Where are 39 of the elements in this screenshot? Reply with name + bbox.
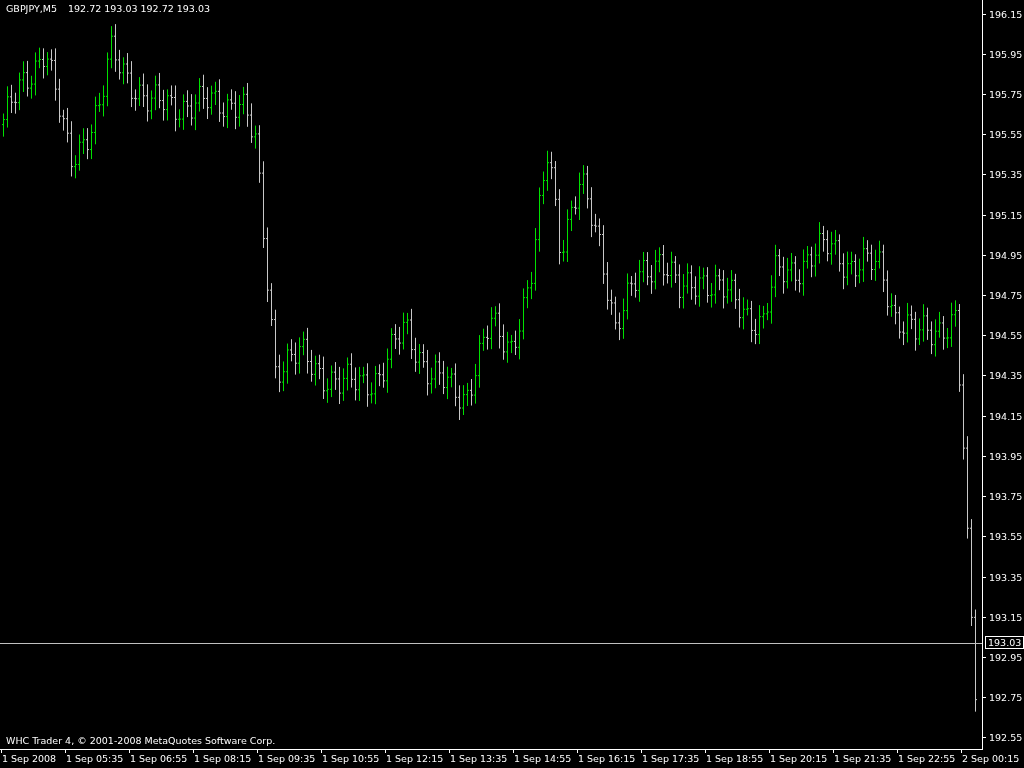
time-label: 1 Sep 13:35	[450, 753, 508, 764]
time-label: 1 Sep 08:15	[194, 753, 252, 764]
price-label: 193.75	[989, 491, 1023, 503]
price-label: 195.15	[989, 209, 1023, 221]
time-label: 1 Sep 18:55	[706, 753, 764, 764]
price-label: 195.55	[989, 129, 1023, 141]
time-label: 1 Sep 21:35	[834, 753, 892, 764]
price-label: 193.35	[989, 571, 1023, 583]
time-label: 1 Sep 22:55	[898, 753, 956, 764]
price-label: 194.95	[989, 249, 1023, 261]
price-label: 194.75	[989, 290, 1023, 302]
copyright-text: WHC Trader 4, © 2001-2008 MetaQuotes Software Corp.	[6, 735, 276, 746]
symbol-label: GBPJPY,M5	[6, 3, 57, 14]
time-label: 1 Sep 06:55	[130, 753, 188, 764]
price-label: 193.55	[989, 531, 1023, 543]
price-label: 194.15	[989, 410, 1023, 422]
time-label: 1 Sep 12:15	[386, 753, 444, 764]
price-label: 192.55	[989, 732, 1023, 744]
price-label: 195.35	[989, 169, 1023, 181]
current-price-label: 193.03	[985, 636, 1024, 649]
time-label: 2 Sep 00:15	[962, 753, 1020, 764]
price-label: 192.95	[989, 652, 1023, 663]
price-label: 194.35	[989, 370, 1023, 382]
price-label: 193.95	[989, 450, 1023, 462]
time-label: 1 Sep 20:15	[770, 753, 828, 764]
price-label: 193.15	[989, 611, 1023, 623]
time-label: 1 Sep 17:35	[642, 753, 700, 764]
time-label: 1 Sep 09:35	[258, 753, 316, 764]
time-label: 1 Sep 10:55	[322, 753, 380, 764]
quote-values: 192.72 193.03 192.72 193.03	[68, 3, 211, 14]
time-label: 1 Sep 05:35	[66, 753, 124, 764]
time-label: 1 Sep 16:15	[578, 753, 636, 764]
price-label: 195.95	[989, 48, 1023, 60]
time-label: 1 Sep 2008	[2, 753, 57, 764]
price-label: 196.15	[989, 8, 1023, 20]
time-label: 1 Sep 14:55	[514, 753, 572, 764]
price-label: 195.75	[989, 88, 1023, 100]
price-label: 192.75	[989, 692, 1023, 704]
price-label: 194.55	[989, 330, 1023, 342]
